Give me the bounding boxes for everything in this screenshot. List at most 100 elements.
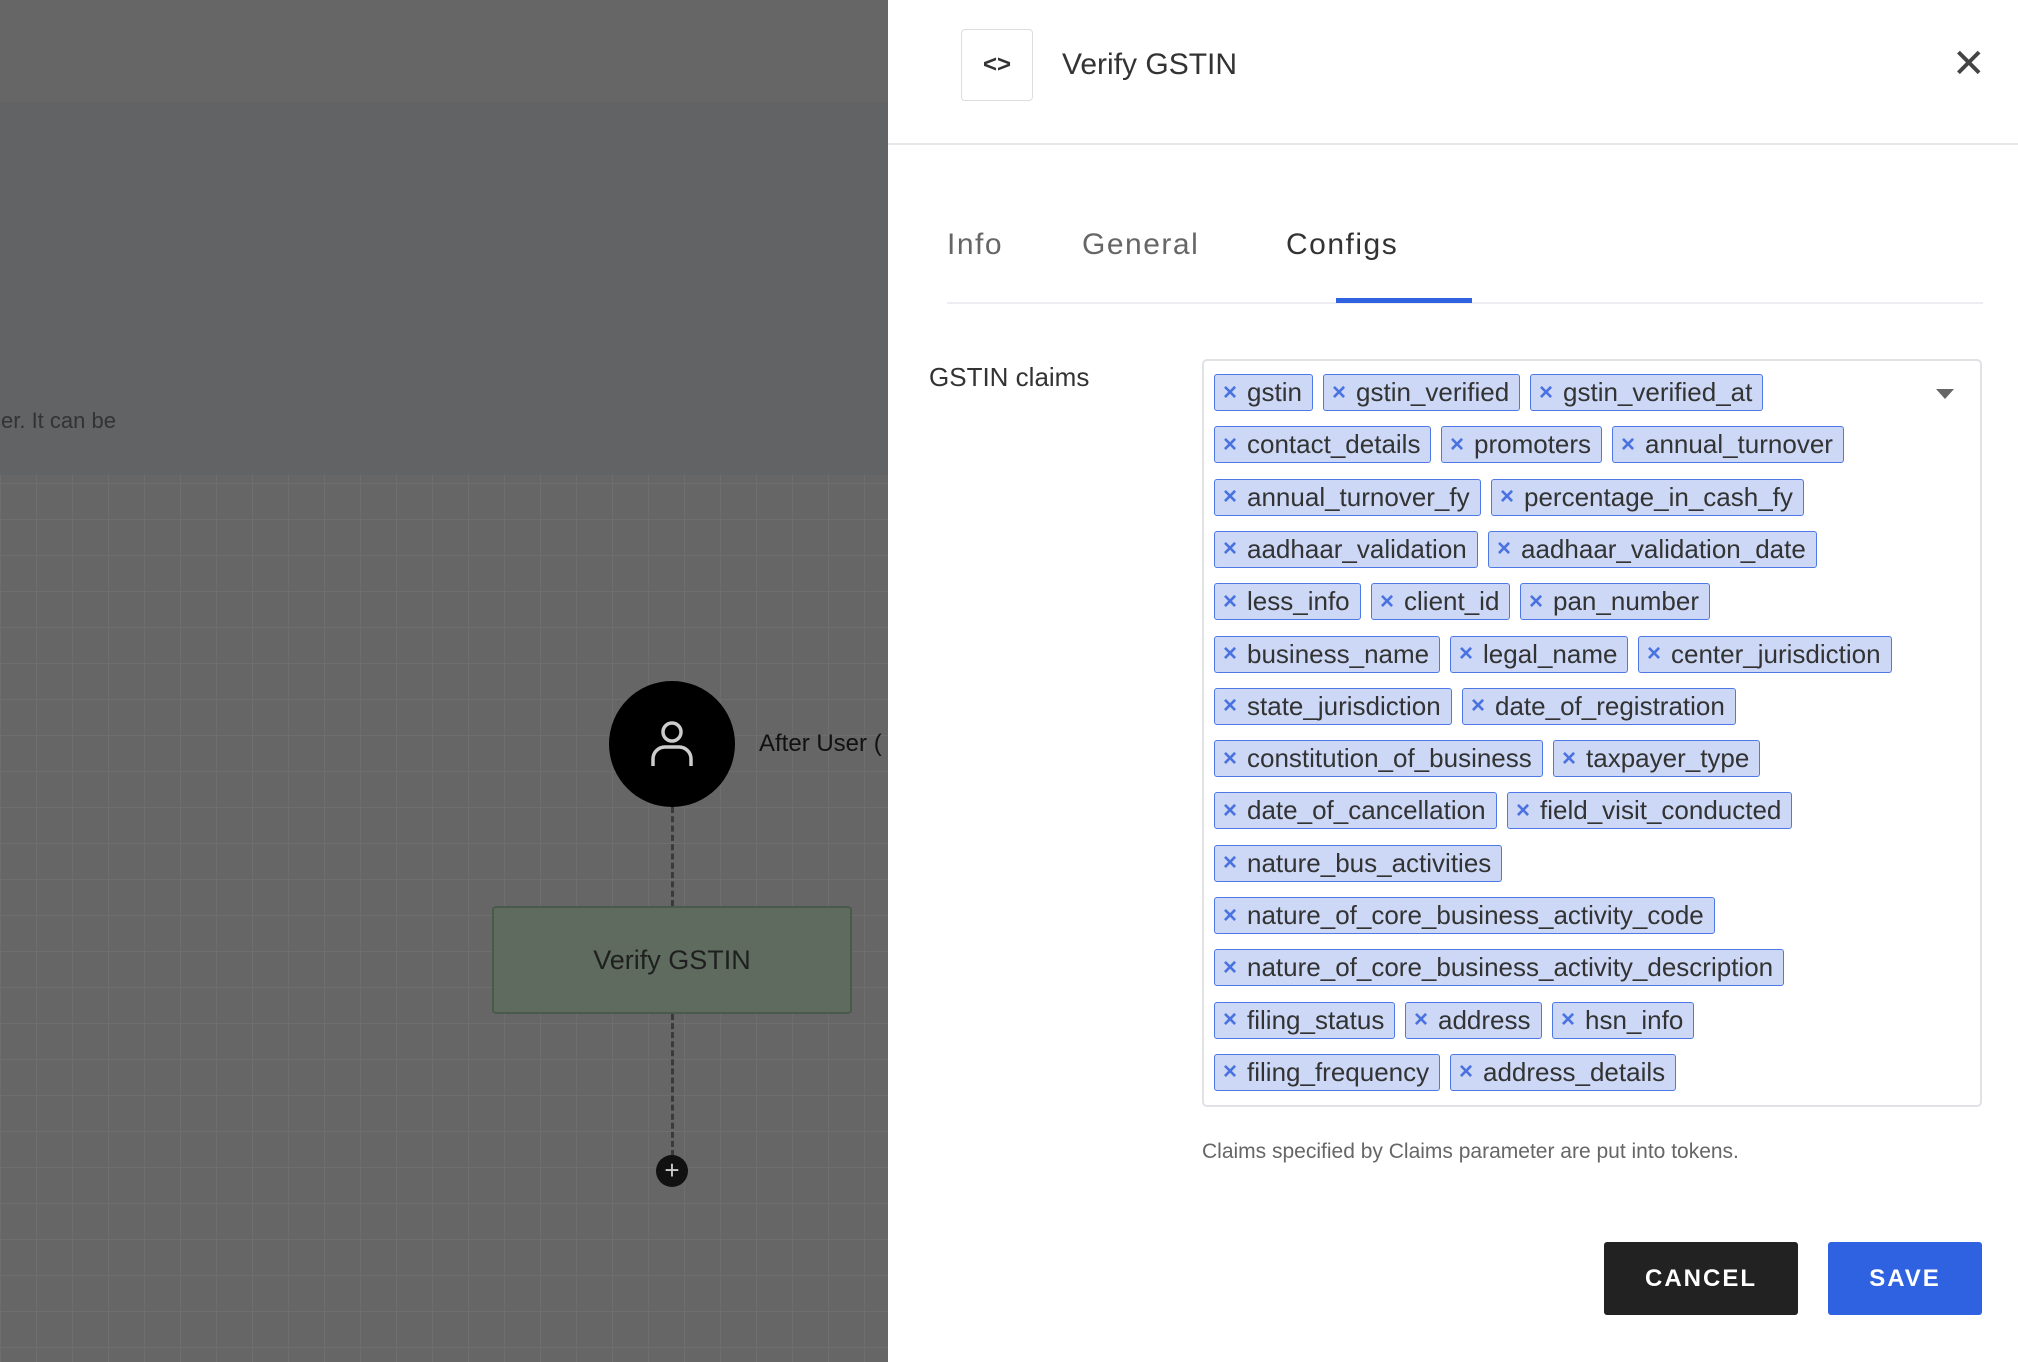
claim-tag: × address [1405, 1001, 1542, 1039]
remove-tag-icon[interactable]: × [1332, 379, 1346, 407]
claim-tag: × legal_name [1450, 635, 1629, 673]
remove-tag-icon[interactable]: × [1223, 797, 1237, 825]
claim-tag-label: gstin_verified_at [1563, 377, 1753, 407]
info-band: ser. It can be [0, 102, 888, 475]
remove-tag-icon[interactable]: × [1223, 1006, 1237, 1034]
remove-tag-icon[interactable]: × [1223, 745, 1237, 773]
claim-tag: × percentage_in_cash_fy [1491, 478, 1804, 516]
claim-tag-label: percentage_in_cash_fy [1524, 481, 1793, 512]
claim-tag-label: address [1438, 1004, 1531, 1035]
claim-tag: × aadhaar_validation_date [1488, 530, 1817, 568]
remove-tag-icon[interactable]: × [1450, 431, 1464, 459]
remove-tag-icon[interactable]: × [1647, 640, 1661, 668]
connector-line [671, 807, 674, 906]
claim-tag: × contact_details [1214, 426, 1432, 464]
claim-tag-label: annual_turnover [1645, 429, 1833, 460]
remove-tag-icon[interactable]: × [1223, 483, 1237, 511]
dropdown-caret-icon[interactable] [1936, 389, 1954, 399]
remove-tag-icon[interactable]: × [1223, 588, 1237, 616]
remove-tag-icon[interactable]: × [1459, 640, 1473, 668]
claim-tag-label: contact_details [1247, 429, 1421, 460]
tab-info[interactable]: Info [947, 228, 1003, 262]
info-text: ser. It can be [0, 408, 116, 433]
claim-tag: × gstin [1214, 374, 1313, 411]
claim-tag: × hsn_info [1552, 1001, 1695, 1039]
cancel-button[interactable]: CANCEL [1604, 1242, 1798, 1315]
claim-tag-label: aadhaar_validation [1247, 533, 1467, 564]
claim-tag: × client_id [1371, 583, 1511, 621]
claim-tag-label: taxpayer_type [1586, 743, 1750, 774]
remove-tag-icon[interactable]: × [1223, 535, 1237, 563]
claim-tag: × nature_bus_activities [1214, 844, 1503, 882]
gstin-claims-label: GSTIN claims [929, 362, 1090, 392]
claim-tag-label: center_jurisdiction [1671, 638, 1881, 669]
remove-tag-icon[interactable]: × [1621, 431, 1635, 459]
claim-tag: × gstin_verified [1323, 374, 1521, 411]
remove-tag-icon[interactable]: × [1223, 640, 1237, 668]
tab-configs[interactable]: Configs [1286, 228, 1398, 262]
remove-tag-icon[interactable]: × [1562, 745, 1576, 773]
claim-tag-label: filing_status [1247, 1004, 1385, 1035]
remove-tag-icon[interactable]: × [1497, 535, 1511, 563]
claim-tag: × constitution_of_business [1214, 740, 1543, 778]
user-icon [651, 721, 693, 766]
claim-tag: × gstin_verified_at [1530, 374, 1764, 411]
tab-general[interactable]: General [1082, 228, 1199, 262]
connector-line [671, 1014, 674, 1156]
claim-tag-label: filing_frequency [1247, 1056, 1430, 1087]
remove-tag-icon[interactable]: × [1539, 379, 1553, 407]
remove-tag-icon[interactable]: × [1500, 483, 1514, 511]
claim-tag: × filing_frequency [1214, 1053, 1441, 1091]
claim-tag-label: aadhaar_validation_date [1521, 533, 1806, 564]
top-bar [0, 0, 888, 102]
remove-tag-icon[interactable]: × [1223, 954, 1237, 982]
code-icon[interactable]: <> [961, 29, 1033, 101]
claim-tag-label: business_name [1247, 638, 1430, 669]
claim-tag: × business_name [1214, 635, 1441, 673]
claim-tag: × annual_turnover [1612, 426, 1844, 464]
claim-tag-label: hsn_info [1585, 1004, 1684, 1035]
close-icon[interactable]: ✕ [1952, 44, 1986, 84]
claim-tag: × taxpayer_type [1553, 740, 1761, 778]
user-node[interactable] [609, 681, 735, 807]
claim-tag: × less_info [1214, 583, 1361, 621]
claim-tag-label: address_details [1483, 1056, 1666, 1087]
claim-tag: × date_of_cancellation [1214, 792, 1497, 830]
claim-tag-label: nature_bus_activities [1247, 847, 1492, 878]
claim-tag: × state_jurisdiction [1214, 687, 1452, 725]
remove-tag-icon[interactable]: × [1223, 902, 1237, 930]
add-step-button[interactable]: + [656, 1155, 688, 1187]
verify-gstin-step[interactable]: Verify GSTIN [492, 906, 852, 1014]
panel-title: Verify GSTIN [1062, 48, 1238, 81]
remove-tag-icon[interactable]: × [1529, 588, 1543, 616]
claim-tag-label: gstin [1247, 377, 1302, 407]
claim-tag-label: constitution_of_business [1247, 743, 1532, 774]
remove-tag-icon[interactable]: × [1459, 1058, 1473, 1086]
remove-tag-icon[interactable]: × [1223, 692, 1237, 720]
claim-tag: × annual_turnover_fy [1214, 478, 1481, 516]
node-label: After User ( [759, 730, 882, 757]
remove-tag-icon[interactable]: × [1223, 849, 1237, 877]
remove-tag-icon[interactable]: × [1223, 379, 1237, 407]
remove-tag-icon[interactable]: × [1380, 588, 1394, 616]
claim-tag-label: state_jurisdiction [1247, 690, 1441, 721]
claim-tag: × promoters [1441, 426, 1603, 464]
gstin-claims-select[interactable]: × gstin × gstin_verified × gstin_verified_at ×… [1202, 359, 1982, 1107]
claim-tag: × address_details [1450, 1053, 1677, 1091]
claim-tag: × center_jurisdiction [1638, 635, 1892, 673]
claim-tag: × nature_of_core_business_activity_code [1214, 897, 1715, 934]
remove-tag-icon[interactable]: × [1471, 692, 1485, 720]
remove-tag-icon[interactable]: × [1223, 1058, 1237, 1086]
claim-tag: × nature_of_core_business_activity_descri… [1214, 949, 1785, 987]
claim-tag-label: less_info [1247, 586, 1350, 617]
save-button[interactable]: SAVE [1828, 1242, 1982, 1315]
claim-tag: × date_of_registration [1462, 687, 1736, 725]
claim-tag: × field_visit_conducted [1507, 792, 1793, 830]
remove-tag-icon[interactable]: × [1223, 431, 1237, 459]
tab-bar: Info General Configs [947, 228, 1983, 304]
remove-tag-icon[interactable]: × [1516, 797, 1530, 825]
remove-tag-icon[interactable]: × [1414, 1006, 1428, 1034]
claim-tag-label: annual_turnover_fy [1247, 481, 1470, 512]
remove-tag-icon[interactable]: × [1561, 1006, 1575, 1034]
claim-tag-label: nature_of_core_business_activity_descrip… [1247, 952, 1774, 983]
